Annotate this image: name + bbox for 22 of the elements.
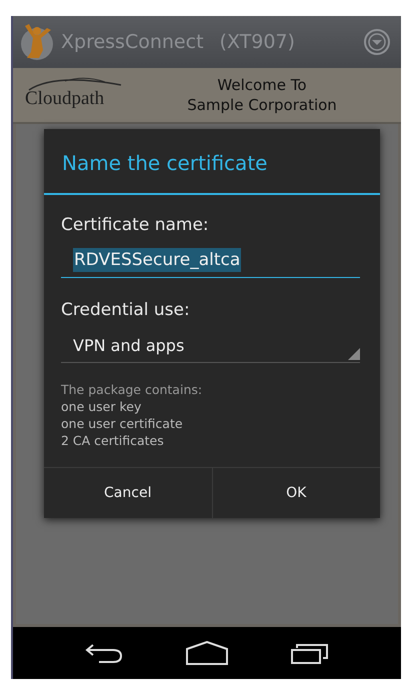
back-icon[interactable] xyxy=(84,642,123,664)
dialog-button[interactable]: Cancel xyxy=(44,468,212,518)
welcome-text: Sample Corporation xyxy=(186,95,338,115)
package-info-text: The package contains: xyxy=(61,381,204,398)
dropdown-corner-icon xyxy=(348,348,360,360)
package-info-text: one user certificate xyxy=(61,415,184,432)
welcome-text: Welcome To xyxy=(216,75,308,95)
field-label: Certificate name: xyxy=(61,215,210,235)
device-model: (XT907) xyxy=(220,31,295,53)
logo-text: Cloudpath xyxy=(25,88,104,110)
app-figure-icon xyxy=(19,22,55,62)
home-icon[interactable] xyxy=(186,641,228,665)
dialog-title: Name the certificate xyxy=(44,129,380,195)
recent-apps-icon[interactable] xyxy=(291,642,330,664)
certificate-name-field[interactable]: RDVESSecure_altca xyxy=(61,243,360,278)
package-info-text: 2 CA certificates xyxy=(61,432,165,449)
dropdown-icon[interactable] xyxy=(363,28,391,56)
app-title: XpressConnect xyxy=(61,31,204,53)
dialog-button[interactable]: OK xyxy=(212,468,380,518)
field-label: Credential use: xyxy=(61,300,191,320)
package-info-text: one user key xyxy=(61,398,142,415)
credential-use-dropdown[interactable]: VPN and apps xyxy=(61,328,360,363)
